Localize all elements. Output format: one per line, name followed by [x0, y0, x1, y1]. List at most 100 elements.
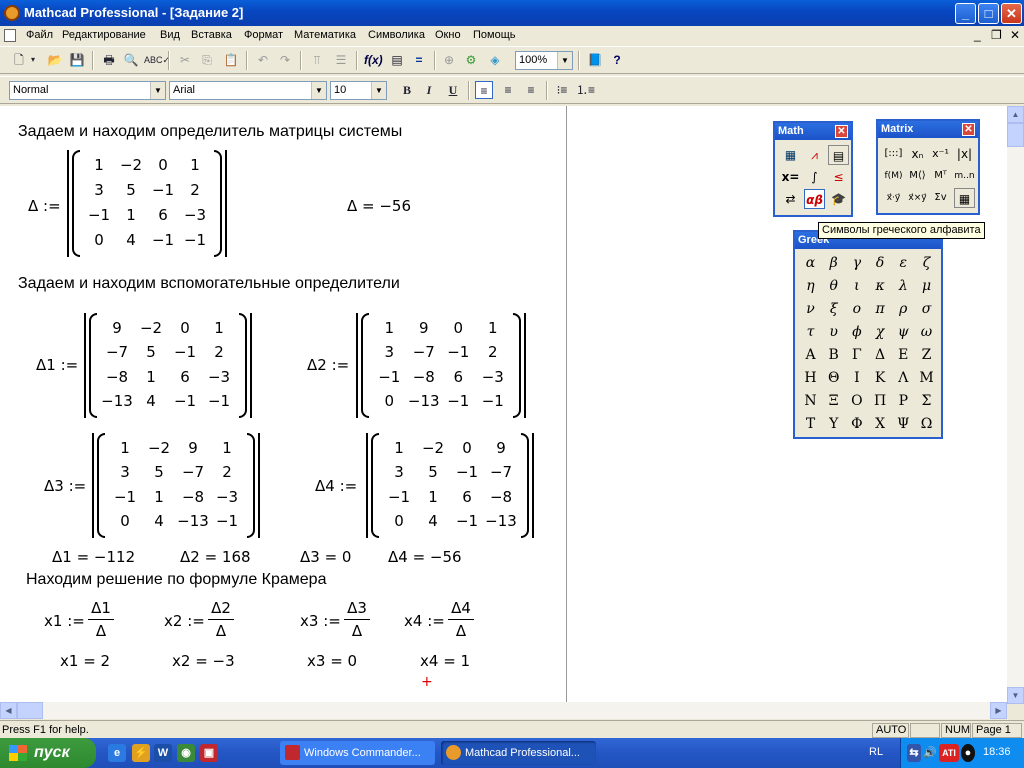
minimize-button[interactable]: _: [955, 3, 976, 24]
new-dropdown-arrow-icon[interactable]: ▾: [28, 51, 38, 69]
symbolic-toolbar-icon[interactable]: 🎓: [828, 189, 849, 209]
scroll-up-icon[interactable]: ▲: [1007, 106, 1024, 123]
menu-file[interactable]: Файл: [26, 29, 53, 41]
greek-letter-button[interactable]: λ: [892, 275, 915, 298]
bold-button[interactable]: B: [398, 81, 416, 99]
matrix-palette-title[interactable]: Matrix ✕: [878, 121, 978, 138]
ati-icon[interactable]: ATI: [939, 744, 959, 762]
greek-letter-button[interactable]: ϕ: [845, 321, 868, 344]
greek-letter-button[interactable]: β: [822, 252, 845, 275]
greek-letter-button[interactable]: ε: [892, 252, 915, 275]
transpose-button[interactable]: Mᵀ: [930, 166, 951, 186]
scroll-thumb[interactable]: [1007, 123, 1024, 147]
greek-letter-button[interactable]: α: [799, 252, 822, 275]
scroll-thumb[interactable]: [17, 702, 43, 719]
italic-button[interactable]: I: [420, 81, 438, 99]
greek-letter-button[interactable]: Π: [869, 390, 892, 413]
align-down-icon[interactable]: ☰: [332, 51, 350, 69]
menu-format[interactable]: Формат: [244, 29, 283, 41]
chevron-down-icon[interactable]: ▼: [150, 82, 165, 99]
align-center-icon[interactable]: ≡: [499, 81, 517, 99]
greek-letter-button[interactable]: Η: [799, 367, 822, 390]
greek-letter-button[interactable]: ψ: [892, 321, 915, 344]
language-indicator[interactable]: RL: [869, 746, 883, 758]
greek-letter-button[interactable]: ι: [845, 275, 868, 298]
scroll-left-icon[interactable]: ◀: [0, 702, 17, 719]
insert-hyperlink-icon[interactable]: ⊕: [440, 51, 458, 69]
delta-matrix[interactable]: 1 −2 0 1 3 5 −1 2 −1 1 6 −3 0 4 −1 −1: [67, 150, 227, 257]
align-top-icon[interactable]: ⫪: [308, 51, 326, 69]
mdi-restore-button[interactable]: ❐: [991, 29, 1002, 41]
align-left-icon[interactable]: ≡: [475, 81, 493, 99]
zoom-select[interactable]: 100% ▼: [515, 51, 573, 70]
greek-letter-button[interactable]: ζ: [915, 252, 938, 275]
insert-function-icon[interactable]: f(x): [364, 51, 383, 69]
greek-letter-button[interactable]: Ξ: [822, 390, 845, 413]
greek-letter-button[interactable]: Ι: [845, 367, 868, 390]
undo-icon[interactable]: ↶: [254, 51, 272, 69]
task-windows-commander[interactable]: Windows Commander...: [280, 741, 435, 765]
greek-letter-button[interactable]: Ρ: [892, 390, 915, 413]
greek-letter-button[interactable]: ο: [845, 298, 868, 321]
close-icon[interactable]: ✕: [962, 123, 975, 136]
print-preview-icon[interactable]: 🔍: [122, 51, 140, 69]
evaluation-toolbar-icon[interactable]: x=: [780, 167, 801, 187]
numbered-list-icon[interactable]: ⒈≡: [576, 81, 595, 99]
greek-letter-button[interactable]: η: [799, 275, 822, 298]
range-variable-button[interactable]: m..n: [954, 166, 975, 186]
new-document-icon[interactable]: 🗋: [10, 51, 28, 69]
greek-letter-button[interactable]: Α: [799, 344, 822, 367]
menu-symbolics[interactable]: Символика: [368, 29, 425, 41]
column-button[interactable]: M⟨⟩: [907, 166, 928, 186]
graph-toolbar-icon[interactable]: ⩘: [804, 145, 825, 165]
chevron-down-icon[interactable]: ▼: [557, 52, 572, 69]
close-button[interactable]: ✕: [1001, 3, 1022, 24]
style-select[interactable]: Normal ▼: [9, 81, 166, 100]
greek-letter-button[interactable]: Κ: [869, 367, 892, 390]
chevron-down-icon[interactable]: ▼: [371, 82, 386, 99]
greek-letter-button[interactable]: π: [869, 298, 892, 321]
delta4-matrix[interactable]: 1 −2 0 9 3 5 −1 −7 −1 1 6 −8 0 4 −1 −13: [366, 433, 534, 538]
greek-letter-button[interactable]: γ: [845, 252, 868, 275]
underline-button[interactable]: U: [444, 81, 462, 99]
greek-letter-button[interactable]: Τ: [799, 413, 822, 436]
copy-icon[interactable]: ⎘: [198, 51, 216, 69]
greek-letter-button[interactable]: Γ: [845, 344, 868, 367]
menu-edit[interactable]: Редактирование: [62, 29, 146, 41]
align-right-icon[interactable]: ≡: [522, 81, 540, 99]
greek-letter-button[interactable]: Θ: [822, 367, 845, 390]
greek-letter-button[interactable]: Λ: [892, 367, 915, 390]
network-icon[interactable]: ⇆: [907, 744, 921, 762]
font-select[interactable]: Arial ▼: [169, 81, 327, 100]
greek-letter-button[interactable]: Χ: [869, 413, 892, 436]
subscript-button[interactable]: xₙ: [907, 144, 928, 164]
spell-check-icon[interactable]: ABC✓: [144, 51, 170, 69]
greek-letter-button[interactable]: χ: [869, 321, 892, 344]
menu-insert[interactable]: Вставка: [191, 29, 232, 41]
maximize-button[interactable]: □: [978, 3, 999, 24]
dot-product-button[interactable]: x⃗·y⃗: [883, 188, 904, 208]
menu-math[interactable]: Математика: [294, 29, 356, 41]
inverse-button[interactable]: x⁻¹: [930, 144, 951, 164]
quicklaunch-app3-icon[interactable]: ▣: [200, 744, 218, 762]
document-icon[interactable]: [4, 29, 16, 42]
mdi-minimize-button[interactable]: _: [974, 29, 981, 41]
calculator-toolbar-icon[interactable]: ▦: [780, 145, 801, 165]
greek-letter-button[interactable]: μ: [915, 275, 938, 298]
horizontal-scrollbar[interactable]: ◀ ▶: [0, 702, 1007, 719]
delta2-matrix[interactable]: 1 9 0 1 3 −7 −1 2 −1 −8 6 −3 0 −13 −1 −1: [356, 313, 526, 418]
greek-letter-button[interactable]: Δ: [869, 344, 892, 367]
boolean-toolbar-icon[interactable]: ≤: [828, 167, 849, 187]
save-icon[interactable]: 💾: [68, 51, 86, 69]
chevron-down-icon[interactable]: ▼: [311, 82, 326, 99]
menu-help[interactable]: Помощь: [473, 29, 516, 41]
insert-matrix-button[interactable]: [:::]: [883, 144, 904, 164]
greek-letter-button[interactable]: Φ: [845, 413, 868, 436]
delta3-matrix[interactable]: 1 −2 9 1 3 5 −7 2 −1 1 −8 −3 0 4 −13 −1: [92, 433, 260, 538]
math-palette-title[interactable]: Math ✕: [775, 123, 851, 140]
delta1-matrix[interactable]: 9 −2 0 1 −7 5 −1 2 −8 1 6 −3 −13 4 −1 −1: [84, 313, 252, 418]
print-icon[interactable]: 🖶: [100, 51, 118, 69]
internet-explorer-icon[interactable]: e: [108, 744, 126, 762]
font-size-select[interactable]: 10 ▼: [330, 81, 387, 100]
menu-window[interactable]: Окно: [435, 29, 461, 41]
